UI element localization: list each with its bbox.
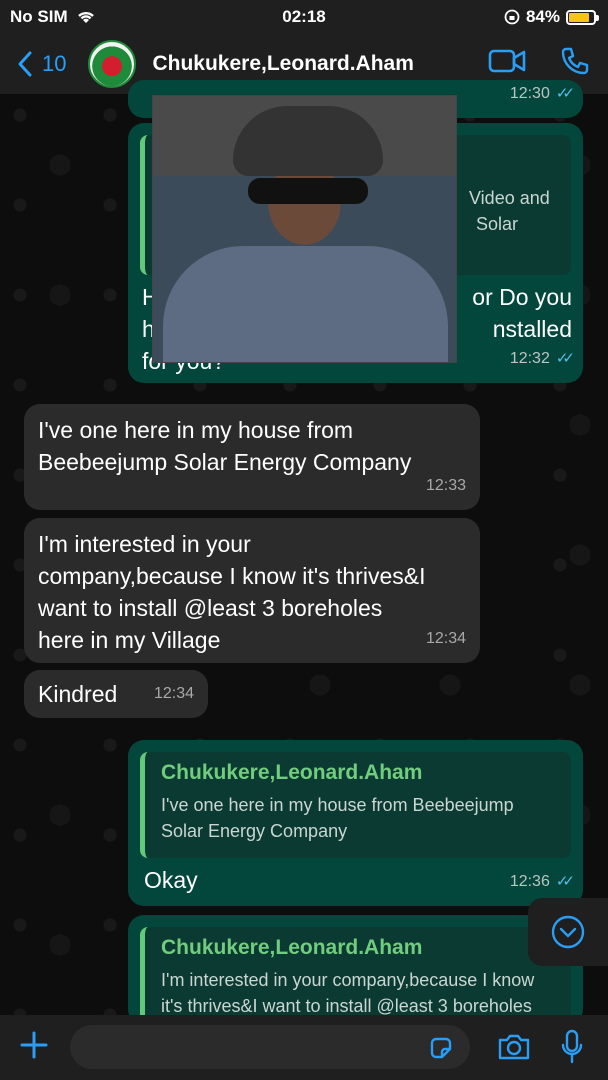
message-text: nstalled [492,316,572,342]
message-bubble[interactable]: I've one here in my house from Beebeejum… [24,404,480,510]
floating-video-thumbnail[interactable] [152,95,457,363]
quoted-message[interactable]: Chukukere,Leonard.Aham I've one here in … [140,752,571,858]
battery-icon [566,9,599,25]
status-bar: No SIM 02:18 84% [0,0,608,34]
message-bubble[interactable]: Chukukere,Leonard.Aham I'm interested in… [128,915,583,1037]
message-text: here in my Village [38,627,221,653]
message-meta: 12:32 ✓✓ [510,343,575,375]
message-meta: 12:36 ✓✓ [510,866,575,898]
quote-sender: Chukukere,Leonard.Aham [161,936,423,959]
camera-icon[interactable] [496,1031,532,1063]
video-figure-jacket [163,246,448,362]
video-figure-sunglasses [248,178,368,204]
message-input[interactable] [70,1025,470,1069]
message-text: I've one here in my house from [38,417,354,443]
chevron-left-icon [18,51,32,77]
message-meta: 12:30 ✓✓ [510,78,575,110]
read-ticks-icon: ✓✓ [555,350,575,367]
unread-count: 10 [42,51,67,76]
message-bubble[interactable]: Chukukere,Leonard.Aham I've one here in … [128,740,583,906]
attach-plus-icon[interactable] [18,1029,50,1067]
read-ticks-icon: ✓✓ [555,873,575,890]
message-text: want to install @least 3 boreholes [38,595,383,621]
chevron-down-circle-icon [551,915,585,949]
message-text: Okay [144,867,198,893]
scroll-to-bottom-button[interactable] [528,898,608,966]
microphone-icon[interactable] [560,1029,584,1065]
message-text: Beebeejump Solar Energy Company [38,449,412,475]
quote-text: Solar Energy Company [161,821,348,841]
phone-call-icon[interactable] [560,46,590,76]
video-figure-hat [233,106,383,176]
message-meta: 12:33 [425,477,466,494]
back-button[interactable]: 10 [18,51,66,77]
message-text: or Do you [472,284,572,310]
quote-sender: Chukukere,Leonard.Aham [161,761,423,784]
read-ticks-icon: ✓✓ [555,85,575,102]
contact-name[interactable]: Chukukere,Leonard.Aham [152,52,422,76]
battery-percent: 84% [525,7,560,26]
message-text: company,because I know it's thrives&I [38,563,426,589]
message-bubble[interactable]: Kindred 12:34 [24,670,208,718]
message-meta: 12:34 [153,685,194,702]
message-meta: 12:34 [425,630,466,647]
message-text: I'm interested in your [38,531,251,557]
message-input-bar [0,1015,608,1080]
message-bubble[interactable]: I'm interested in your company,because I… [24,518,480,663]
quote-text: I'm interested in your company,because I… [161,970,535,990]
sticker-icon[interactable] [428,1035,454,1061]
avatar[interactable] [88,40,137,88]
orientation-lock-icon [504,9,520,25]
quote-text: I've one here in my house from Beebeejum… [161,795,514,815]
video-call-icon[interactable] [488,46,526,76]
